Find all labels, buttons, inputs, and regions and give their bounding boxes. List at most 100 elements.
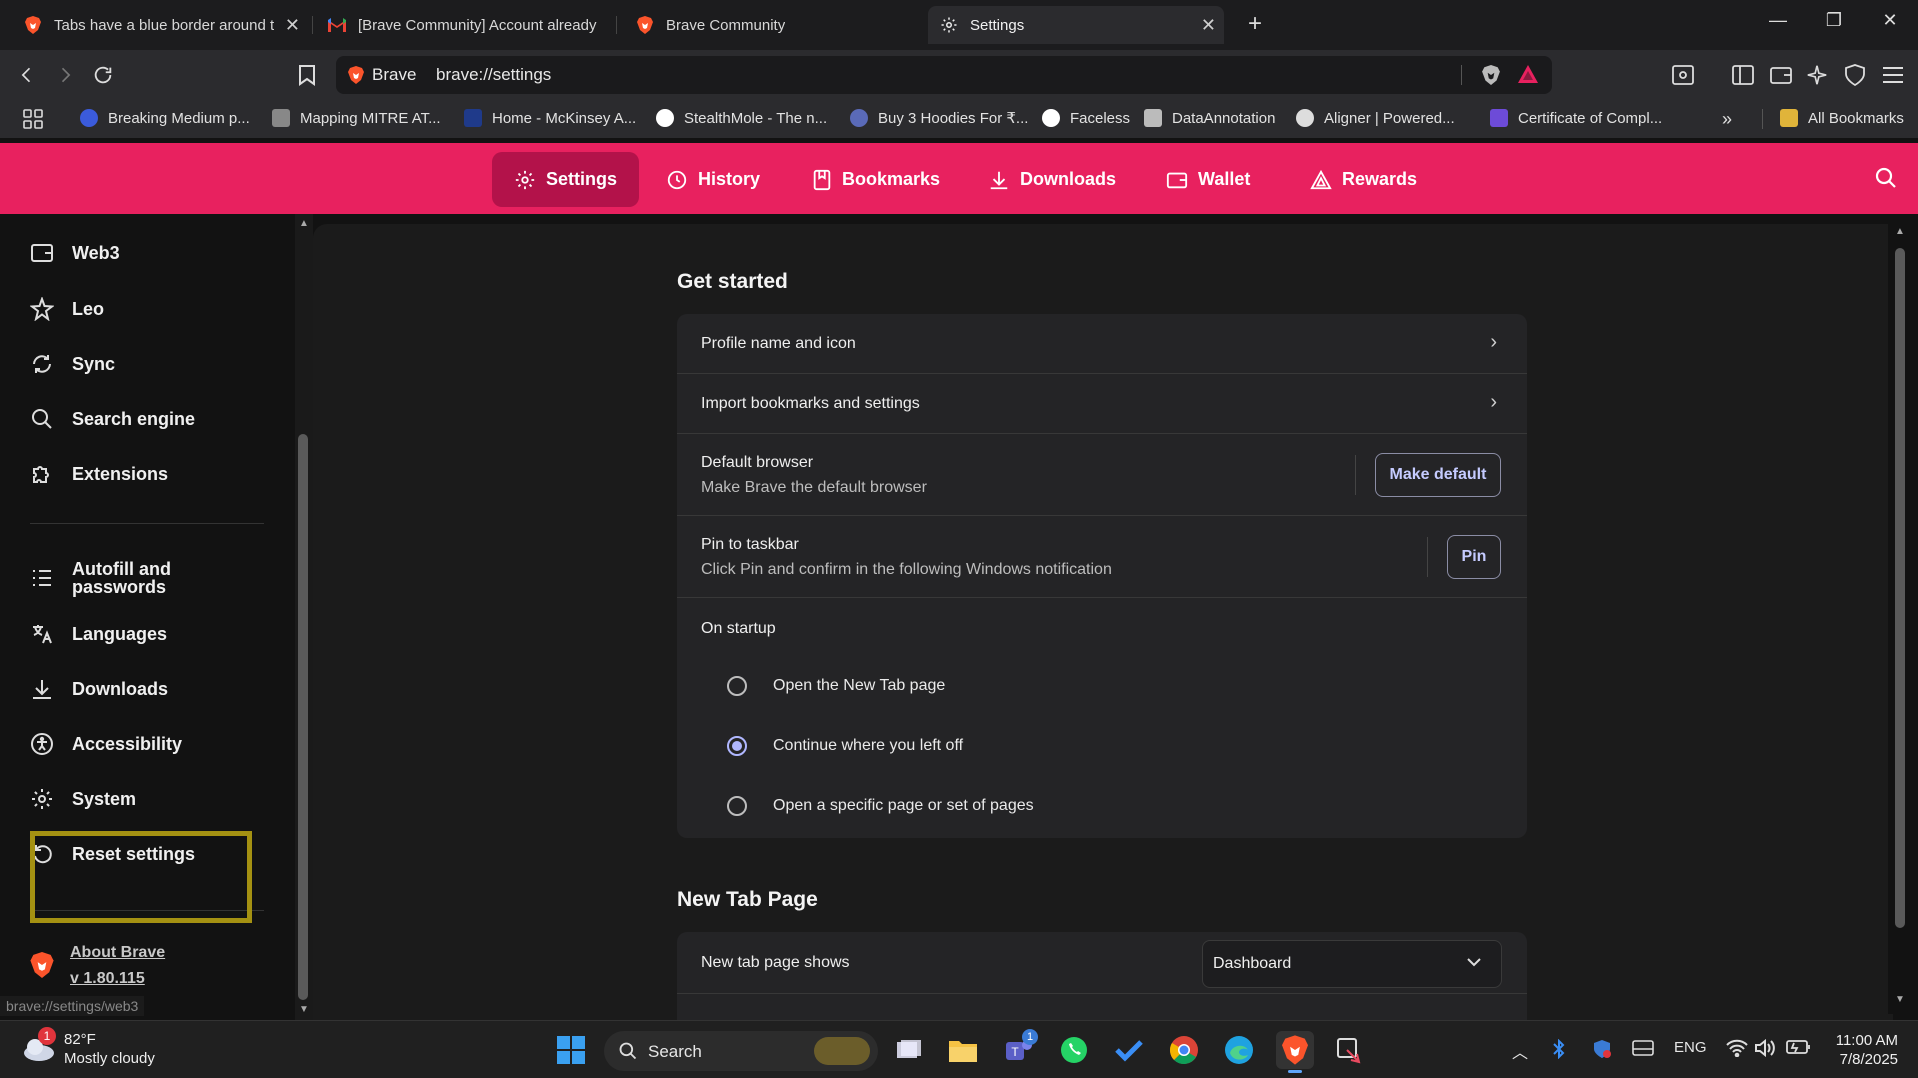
close-window-button[interactable]: ✕ [1870,10,1910,31]
brave-rewards-icon[interactable] [1518,65,1538,88]
radio-new-tab-page[interactable]: Open the New Tab page [727,676,945,696]
sidebar-item-autofill[interactable]: Autofill and passwords [30,560,192,596]
pin-button[interactable]: Pin [1447,535,1501,579]
reload-icon[interactable] [90,62,116,88]
show-hidden-icons-chevron-icon[interactable]: ︿ [1512,1039,1528,1063]
about-brave-link[interactable]: About Brave [70,944,165,962]
radio-specific-pages[interactable]: Open a specific page or set of pages [727,796,1034,816]
address-bar[interactable]: Brave brave://settings [336,56,1552,94]
teams-icon[interactable]: T 1 [1000,1029,1038,1069]
sidebar-item-leo[interactable]: Leo [30,297,104,321]
vpn-shield-icon[interactable] [1842,62,1868,88]
nav-bookmarks[interactable]: Bookmarks [790,152,962,207]
nav-rewards[interactable]: Rewards [1288,152,1439,207]
tab-brave-community-post[interactable]: Tabs have a blue border around t ✕ [12,6,308,44]
close-tab-icon[interactable]: ✕ [1201,15,1216,36]
bookmark-item[interactable]: Faceless [1042,109,1130,127]
nav-history[interactable]: History [644,152,782,207]
radio-button[interactable] [727,676,747,696]
more-bookmarks-chevron-icon[interactable]: » [1722,109,1732,130]
scroll-down-arrow-icon[interactable]: ▼ [299,1004,309,1015]
all-bookmarks-button[interactable]: All Bookmarks [1780,109,1904,127]
scrollbar-thumb[interactable] [298,434,308,1000]
scroll-down-arrow-icon[interactable]: ▼ [1895,994,1905,1005]
bookmark-item[interactable]: Buy 3 Hoodies For ₹... [850,109,1028,127]
sidebar-toggle-icon[interactable] [1730,62,1756,88]
clock-time: 11:00 AM [1835,1032,1898,1049]
brave-lion-icon [30,952,54,983]
tab-settings[interactable]: Settings ✕ [928,6,1224,44]
whatsapp-icon[interactable] [1055,1031,1093,1069]
bookmark-item[interactable]: StealthMole - The n... [656,109,827,127]
volume-icon[interactable] [1754,1038,1776,1061]
taskbar-search[interactable]: Search [604,1031,878,1071]
sidebar-scrollbar[interactable]: ▲ ▼ [295,214,313,1020]
scroll-up-arrow-icon[interactable]: ▲ [1895,226,1905,237]
new-tab-shows-select[interactable]: Dashboard [1202,940,1502,988]
nav-wallet[interactable]: Wallet [1144,152,1272,207]
nav-settings[interactable]: Settings [492,152,640,207]
wifi-icon[interactable] [1726,1039,1748,1061]
profile-name-row[interactable]: Profile name and icon › [677,314,1527,374]
bookmark-item[interactable]: DataAnnotation [1144,109,1275,127]
make-default-button[interactable]: Make default [1375,453,1501,497]
chrome-icon[interactable] [1165,1031,1203,1069]
menu-icon[interactable] [1880,62,1906,88]
main-scrollbar[interactable]: ▲ ▼ [1888,224,1912,1014]
bluetooth-icon[interactable] [1552,1038,1566,1063]
scrollbar-thumb[interactable] [1895,248,1905,928]
search-icon[interactable] [1874,166,1898,195]
language-indicator[interactable]: ENG [1674,1039,1707,1056]
wallet-icon[interactable] [1768,62,1794,88]
forward-arrow-icon[interactable] [52,62,78,88]
bookmark-label: Certificate of Compl... [1518,109,1663,127]
bookmark-item[interactable]: Breaking Medium p... [80,109,250,127]
sidebar-item-accessibility[interactable]: Accessibility [30,732,182,756]
sidebar-item-label: Sync [72,353,116,374]
edge-icon[interactable] [1220,1031,1258,1069]
back-arrow-icon[interactable] [14,62,40,88]
close-tab-icon[interactable]: ✕ [285,15,300,36]
sidebar-item-languages[interactable]: Languages [30,622,167,646]
defender-icon[interactable] [1592,1039,1612,1063]
download-icon [33,680,51,699]
keyboard-icon[interactable] [1632,1039,1654,1061]
bookmark-icon[interactable] [294,62,320,88]
leo-ai-icon[interactable] [1804,62,1830,88]
task-view-icon[interactable] [890,1031,928,1069]
nav-downloads[interactable]: Downloads [966,152,1138,207]
snipping-tool-icon[interactable] [1330,1031,1368,1069]
radio-button-selected[interactable] [727,736,747,756]
radio-button[interactable] [727,796,747,816]
version-link[interactable]: v 1.80.115 [70,970,145,988]
reader-mode-icon[interactable] [1670,62,1696,88]
scroll-up-arrow-icon[interactable]: ▲ [299,218,309,229]
brave-shields-icon[interactable] [1482,65,1500,90]
sidebar-item-web3[interactable]: Web3 [30,242,120,264]
bookmark-item[interactable]: Mapping MITRE AT... [272,109,441,127]
sidebar-item-system[interactable]: System [30,787,136,811]
tab-gmail[interactable]: [Brave Community] Account already c [316,6,612,44]
file-explorer-icon[interactable] [944,1031,982,1069]
bookmark-item[interactable]: Aligner | Powered... [1296,109,1455,127]
sidebar-item-sync[interactable]: Sync [30,352,115,376]
restore-button[interactable]: ❐ [1814,10,1854,31]
bookmark-item[interactable]: Home - McKinsey A... [464,109,636,127]
system-clock[interactable]: 11:00 AM 7/8/2025 [1836,1031,1898,1069]
sidebar-item-extensions[interactable]: Extensions [30,462,168,486]
radio-continue-where-left-off[interactable]: Continue where you left off [727,736,963,756]
apps-grid-icon[interactable] [20,106,46,132]
minimize-button[interactable]: — [1758,10,1798,31]
import-bookmarks-row[interactable]: Import bookmarks and settings › [677,374,1527,434]
tab-brave-community[interactable]: Brave Community [624,6,920,44]
todo-icon[interactable] [1110,1031,1148,1069]
bookmark-item[interactable]: Certificate of Compl... [1490,109,1662,127]
default-browser-row: Default browser Make Brave the default b… [677,434,1527,516]
brave-taskbar-icon[interactable] [1276,1031,1314,1073]
windows-start-icon[interactable] [552,1031,590,1069]
url-text[interactable]: brave://settings [436,65,551,85]
battery-icon[interactable] [1786,1039,1812,1059]
sidebar-item-downloads[interactable]: Downloads [30,677,168,701]
sidebar-item-search-engine[interactable]: Search engine [30,407,195,431]
new-tab-button[interactable]: + [1240,10,1270,38]
